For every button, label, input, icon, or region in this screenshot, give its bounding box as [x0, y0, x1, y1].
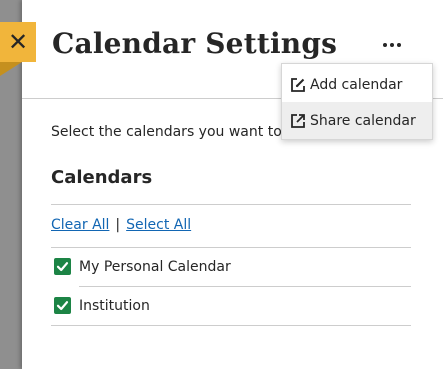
calendar-item-institution: Institution: [54, 297, 150, 314]
calendars-heading: Calendars: [51, 167, 153, 188]
more-options-icon: [390, 43, 394, 47]
checkbox-checked[interactable]: [54, 258, 71, 275]
options-menu: Add calendar Share calendar: [281, 63, 433, 140]
calendar-label: My Personal Calendar: [79, 258, 231, 275]
close-button[interactable]: ✕: [0, 22, 36, 62]
menu-item-label: Share calendar: [310, 112, 416, 129]
link-separator: |: [115, 217, 121, 233]
edit-square-icon: [291, 77, 305, 92]
divider: [79, 286, 411, 287]
calendar-item-personal: My Personal Calendar: [54, 258, 231, 275]
select-all-link[interactable]: Select All: [126, 217, 191, 233]
more-options-icon: [397, 43, 401, 47]
close-button-fold: [0, 62, 22, 76]
close-icon: ✕: [7, 28, 29, 56]
more-options-button[interactable]: [376, 32, 408, 58]
checkmark-icon: [56, 301, 69, 311]
divider: [51, 247, 411, 248]
divider: [51, 204, 411, 205]
divider: [51, 325, 411, 326]
checkmark-icon: [56, 262, 69, 272]
selection-links: Clear All | Select All: [51, 217, 191, 233]
clear-all-link[interactable]: Clear All: [51, 217, 109, 233]
calendar-label: Institution: [79, 297, 150, 314]
more-options-icon: [383, 43, 387, 47]
menu-item-add-calendar[interactable]: Add calendar: [282, 66, 432, 103]
menu-item-label: Add calendar: [310, 76, 403, 93]
external-share-icon: [291, 113, 305, 128]
menu-item-share-calendar[interactable]: Share calendar: [282, 102, 432, 139]
page-title: Calendar Settings: [52, 27, 338, 60]
checkbox-checked[interactable]: [54, 297, 71, 314]
